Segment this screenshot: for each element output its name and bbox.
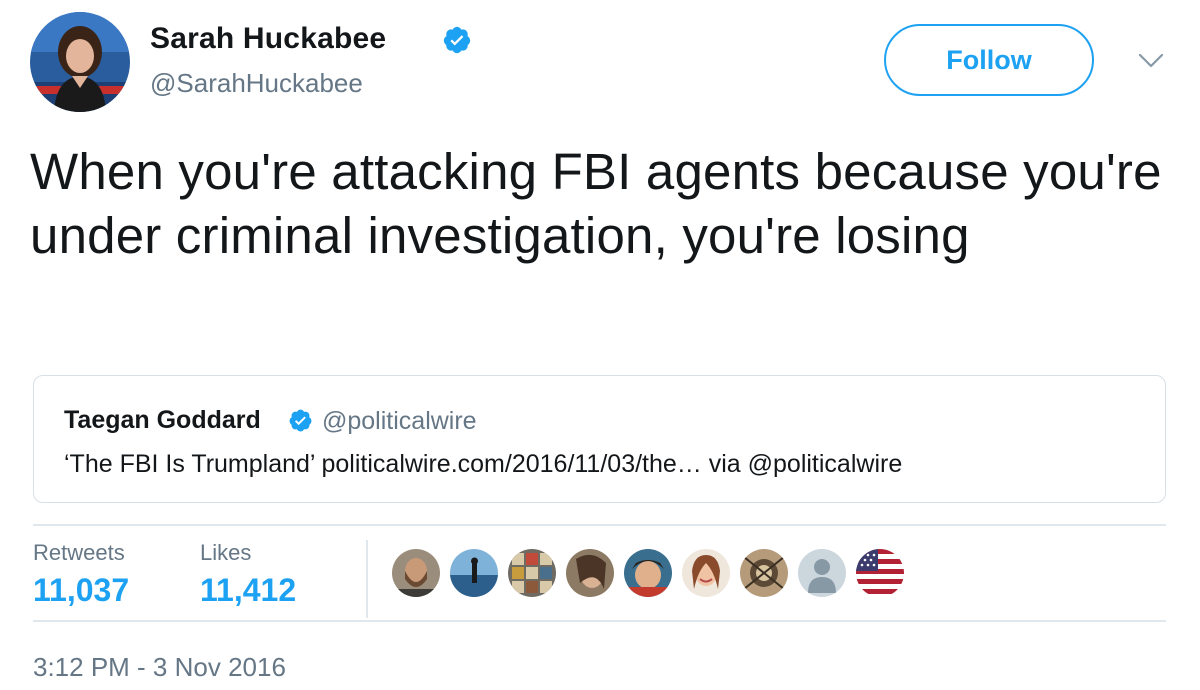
retweets-label[interactable]: Retweets [33, 540, 125, 566]
quote-text: ‘The FBI Is Trumpland’ politicalwire.com… [64, 450, 903, 478]
liker-avatar[interactable] [508, 549, 556, 597]
default-user-icon[interactable] [798, 549, 846, 597]
liker-avatar[interactable] [624, 549, 672, 597]
quote-author-name: Taegan Goddard [64, 406, 261, 434]
verified-badge-icon [442, 25, 472, 55]
liker-avatar[interactable] [566, 549, 614, 597]
liker-avatar[interactable] [392, 549, 440, 597]
likes-count[interactable]: 11,412 [200, 572, 296, 609]
tweet-text: When you're attacking FBI agents because… [30, 143, 1162, 264]
divider [366, 540, 368, 618]
liker-avatar[interactable] [450, 549, 498, 597]
us-flag-icon[interactable] [856, 549, 904, 597]
tweet-timestamp[interactable]: 3:12 PM - 3 Nov 2016 [33, 652, 286, 683]
quote-author-handle: @politicalwire [322, 407, 477, 435]
liker-avatar[interactable] [682, 549, 730, 597]
follow-button[interactable]: Follow [884, 24, 1094, 96]
retweets-count[interactable]: 11,037 [33, 572, 129, 609]
divider [33, 620, 1166, 622]
quoted-tweet-card[interactable]: Taegan Goddard @politicalwire ‘The FBI I… [33, 375, 1166, 503]
author-handle[interactable]: @SarahHuckabee [150, 68, 363, 99]
liker-avatar[interactable] [740, 549, 788, 597]
divider [33, 524, 1166, 526]
chevron-down-icon[interactable] [1138, 52, 1164, 70]
likes-label[interactable]: Likes [200, 540, 251, 566]
author-name[interactable]: Sarah Huckabee [150, 22, 386, 56]
author-avatar[interactable] [30, 12, 130, 112]
verified-badge-icon [288, 408, 313, 433]
